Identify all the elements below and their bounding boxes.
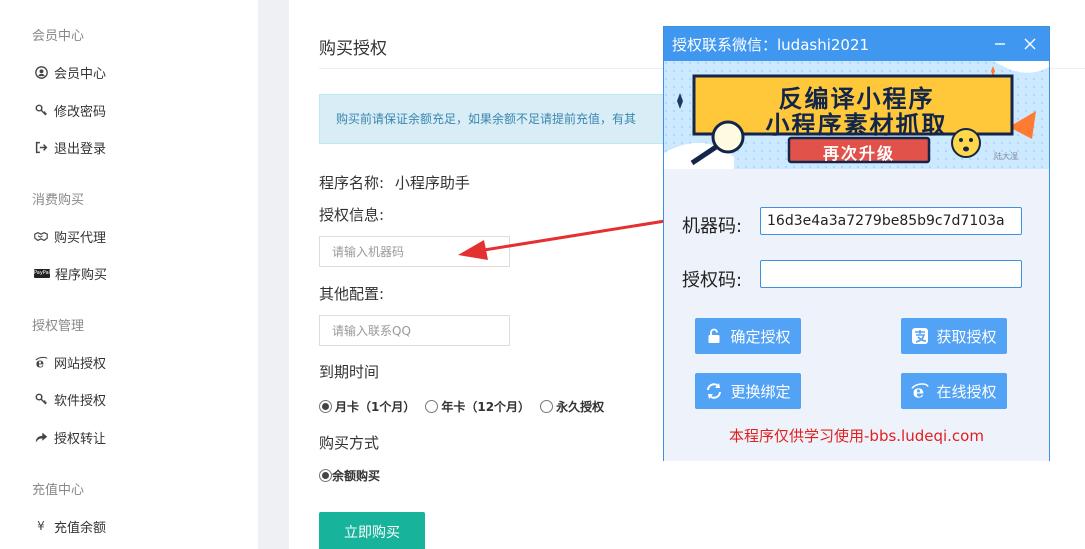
banner-line-2: 小程序素材抓取 — [765, 111, 948, 139]
expire-label: 到期时间 — [319, 363, 380, 381]
radio-yearly[interactable]: 年卡（12个月） — [425, 398, 530, 415]
alipay-icon — [911, 327, 929, 345]
sidebar-item-label: 退出登录 — [54, 141, 107, 157]
machine-code-input[interactable] — [319, 236, 510, 267]
key-icon — [34, 103, 48, 117]
radio-balance[interactable]: 余额购买 — [319, 467, 380, 484]
sidebar-item-label: 网站授权 — [54, 356, 107, 372]
dialog-body: 机器码: 16d3e4a3a7279be85b9c7d7103a 授权码: 确定… — [664, 169, 1049, 461]
radio-permanent[interactable]: 永久授权 — [540, 398, 604, 415]
auth-dialog: 授权联系微信：ludashi2021 反编译小程序 小程序素材抓取 再次升级 陆… — [663, 26, 1050, 461]
online-auth-button[interactable]: e 在线授权 — [901, 373, 1007, 409]
button-label: 确定授权 — [730, 327, 791, 346]
sidebar-item-logout[interactable]: 退出登录 — [34, 137, 106, 157]
radio-button[interactable] — [425, 400, 439, 413]
disclaimer-text: 本程序仅供学习使用-bbs.ludeqi.com — [729, 427, 984, 445]
sidebar-item-label: 软件授权 — [54, 393, 107, 409]
sidebar-item-label: 授权转让 — [54, 431, 107, 447]
sidebar-item-buy-agent[interactable]: 购买代理 — [34, 226, 106, 246]
share-icon — [34, 430, 48, 444]
machine-code-label: 机器码: — [682, 216, 743, 237]
sidebar-item-label: 会员中心 — [54, 66, 107, 82]
radio-label: 月卡（1个月） — [335, 400, 416, 414]
ie-icon: e — [911, 381, 930, 401]
radio-monthly[interactable]: 月卡（1个月） — [319, 398, 415, 415]
minimize-icon[interactable] — [988, 32, 1012, 56]
yen-icon: ¥ — [37, 519, 45, 533]
sidebar-item-buy-program[interactable]: PayPal 程序购买 — [34, 263, 107, 283]
radio-button[interactable] — [319, 469, 332, 482]
sidebar-item-recharge[interactable]: ¥ 充值余额 — [34, 516, 106, 536]
expire-options: 月卡（1个月） 年卡（12个月） 永久授权 — [319, 398, 614, 415]
sidebar-item-label: 购买代理 — [54, 230, 107, 246]
unlock-icon — [705, 327, 723, 345]
sidebar-item-software-auth[interactable]: 软件授权 — [34, 389, 106, 409]
rebind-button[interactable]: 更换绑定 — [695, 373, 801, 409]
auth-code-field[interactable] — [760, 260, 1022, 288]
banner-watermark: 陆大湿 — [994, 152, 1018, 161]
dialog-titlebar: 授权联系微信：ludashi2021 — [664, 27, 1049, 61]
machine-code-field[interactable]: 16d3e4a3a7279be85b9c7d7103a — [760, 207, 1022, 235]
sidebar-item-auth-transfer[interactable]: 授权转让 — [34, 427, 106, 447]
sidebar-section-purchase: 消费购买 — [32, 193, 85, 208]
sidebar-item-change-password[interactable]: 修改密码 — [34, 100, 106, 120]
ie-icon: e — [34, 355, 48, 369]
sidebar-item-site-auth[interactable]: e 网站授权 — [34, 352, 106, 372]
key-icon — [34, 392, 48, 406]
button-label: 在线授权 — [936, 382, 997, 401]
dialog-title: 授权联系微信：ludashi2021 — [672, 35, 870, 54]
radio-label: 永久授权 — [556, 400, 605, 414]
sidebar-section-member: 会员中心 — [32, 29, 85, 44]
program-name-row: 程序名称: 小程序助手 — [319, 172, 470, 193]
pay-method-label: 购买方式 — [319, 434, 380, 452]
page-title: 购买授权 — [319, 39, 387, 59]
sidebar: 会员中心 会员中心 修改密码 退出登录 消费购买 购买代理 PayPal 程序购… — [0, 0, 258, 549]
radio-label: 余额购买 — [332, 469, 381, 483]
radio-button[interactable] — [540, 400, 554, 413]
promo-banner: 反编译小程序 小程序素材抓取 再次升级 陆大湿 — [664, 61, 1049, 169]
auth-code-label: 授权码: — [682, 270, 743, 291]
sidebar-item-label: 修改密码 — [54, 104, 107, 120]
other-config-label: 其他配置: — [319, 285, 385, 303]
buy-now-button[interactable]: 立即购买 — [319, 512, 425, 549]
program-name-value: 小程序助手 — [394, 174, 470, 192]
user-circle-icon — [34, 65, 48, 79]
auth-info-label: 授权信息: — [319, 206, 385, 224]
handshake-icon — [34, 229, 48, 243]
qq-input[interactable] — [319, 315, 510, 346]
program-name-label: 程序名称: — [319, 174, 385, 192]
close-icon[interactable] — [1018, 32, 1042, 56]
button-label: 获取授权 — [936, 327, 997, 346]
radio-label: 年卡（12个月） — [441, 400, 531, 414]
confirm-auth-button[interactable]: 确定授权 — [695, 318, 801, 354]
sidebar-item-member-center[interactable]: 会员中心 — [34, 62, 106, 82]
paypal-icon: PayPal — [33, 268, 51, 278]
button-label: 更换绑定 — [730, 382, 791, 401]
sidebar-section-auth: 授权管理 — [32, 319, 85, 334]
pay-method-options: 余额购买 — [319, 467, 390, 484]
get-auth-button[interactable]: 获取授权 — [901, 318, 1007, 354]
sidebar-section-recharge: 充值中心 — [32, 483, 85, 498]
radio-button[interactable] — [319, 400, 332, 413]
refresh-icon — [705, 382, 723, 400]
sidebar-item-label: 充值余额 — [54, 520, 107, 536]
banner-line-3: 再次升级 — [822, 144, 895, 163]
logout-icon — [34, 140, 48, 154]
sidebar-item-label: 程序购买 — [55, 267, 108, 283]
